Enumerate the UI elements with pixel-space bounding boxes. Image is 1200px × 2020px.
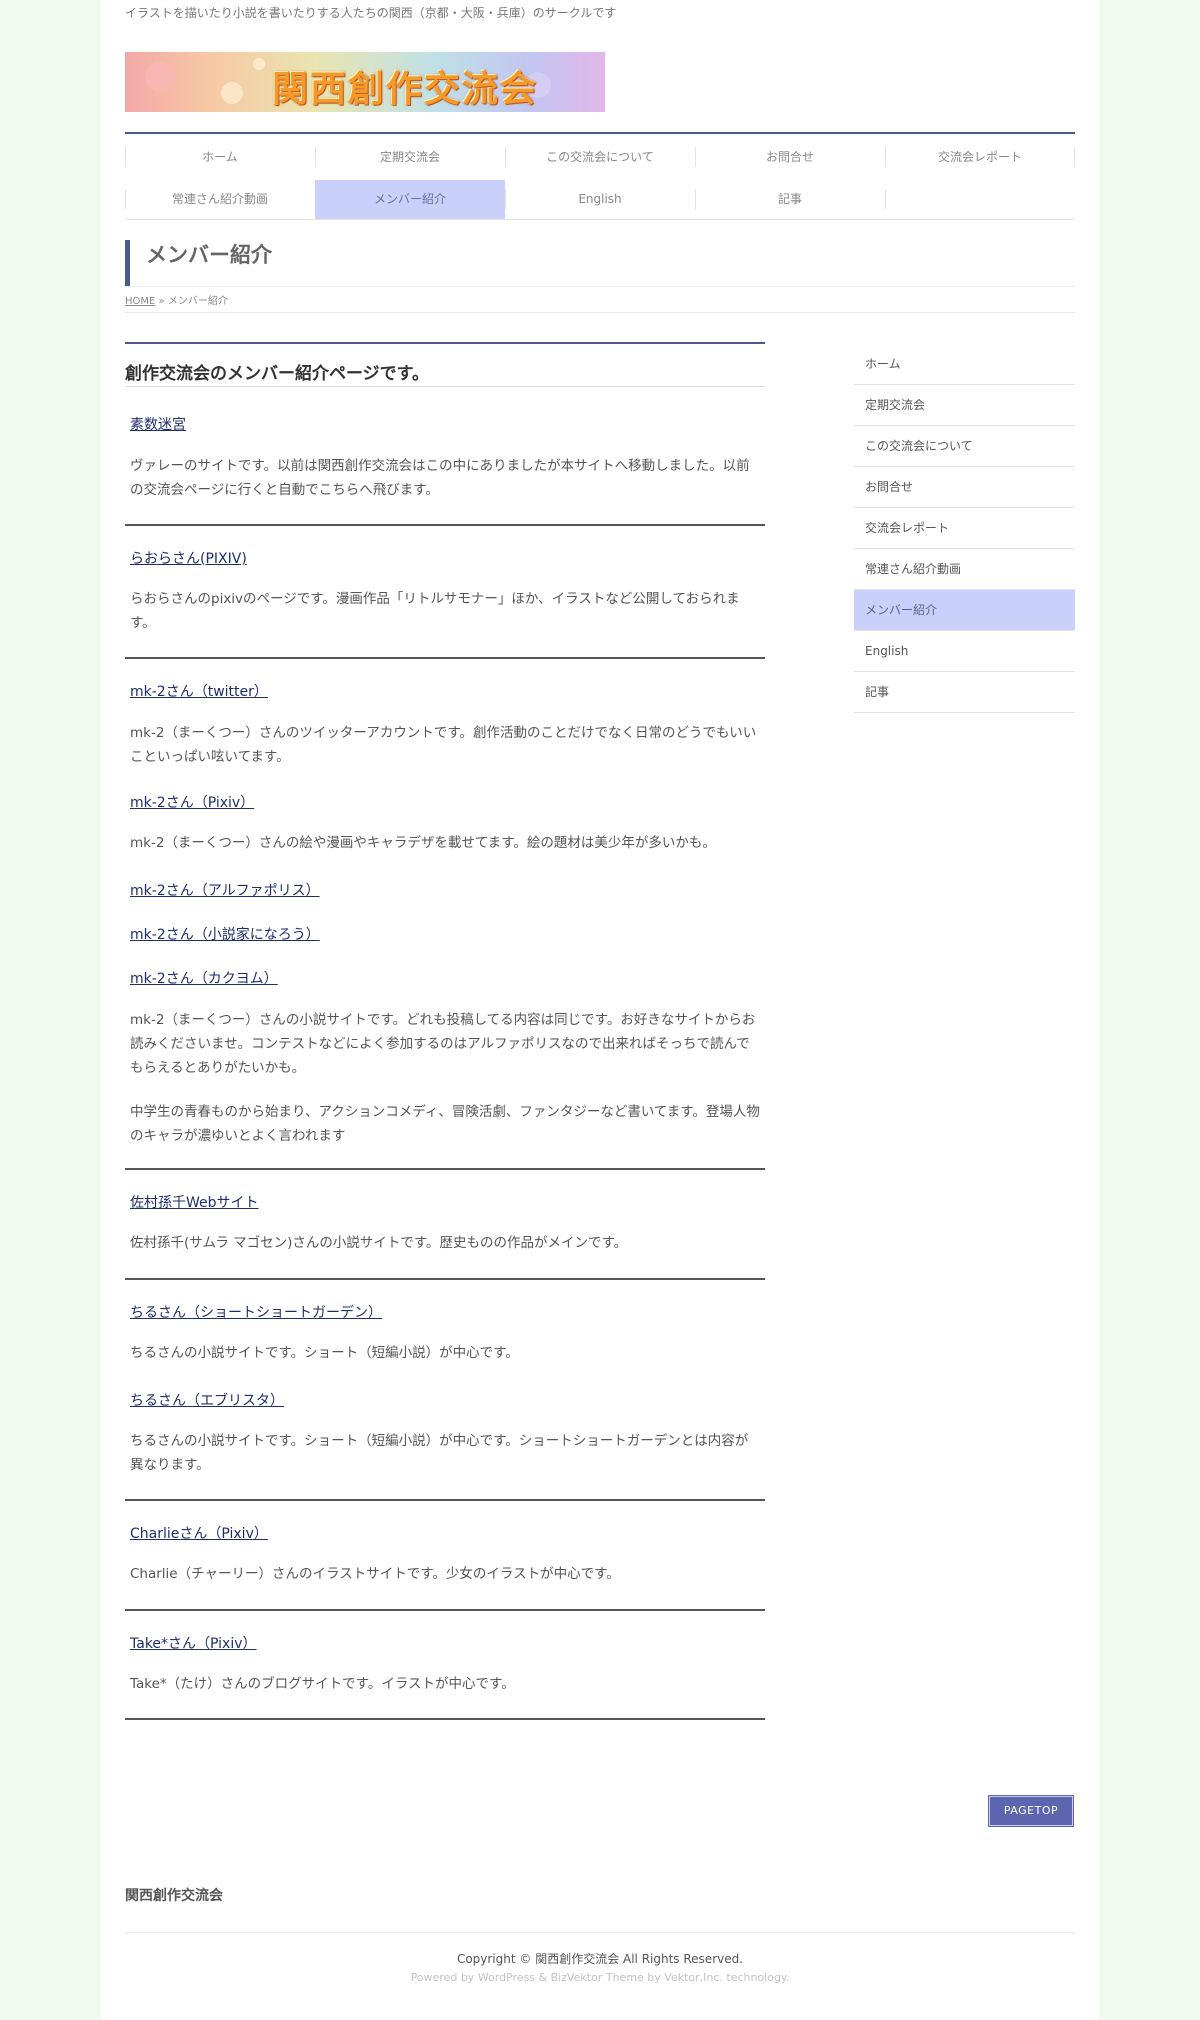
- divider: [125, 1932, 1075, 1933]
- entry-separator: [125, 1278, 765, 1280]
- entry-link-charlie-pixiv[interactable]: Charlieさん（Pixiv）: [130, 1523, 268, 1543]
- nav-divider: [315, 147, 316, 167]
- nav-divider: [505, 189, 506, 209]
- entry-description: ちるさんの小説サイトです。ショート（短編小説）が中心です。ショートショートガーデ…: [130, 1433, 749, 1473]
- sidebar-item-articles[interactable]: 記事: [854, 672, 1075, 713]
- pagetop-button[interactable]: PAGETOP: [988, 1795, 1074, 1827]
- sidebar-item-regular-meetup[interactable]: 定期交流会: [854, 385, 1075, 426]
- site-logo[interactable]: 関西創作交流会: [125, 52, 605, 112]
- nav-item-label: English: [578, 192, 622, 206]
- sidebar-item-contact[interactable]: お問合せ: [854, 467, 1075, 508]
- content-heading: 創作交流会のメンバー紹介ページです。: [125, 342, 765, 387]
- entry-link-samura-website[interactable]: 佐村孫千Webサイト: [130, 1192, 259, 1212]
- entry-separator: [125, 1718, 765, 1720]
- nav-divider: [695, 147, 696, 167]
- breadcrumb: HOME » メンバー紹介: [125, 292, 228, 307]
- entry-link-chiru-ssg[interactable]: ちるさん（ショートショートガーデン）: [130, 1302, 382, 1322]
- nav-item-label: この交流会について: [546, 150, 654, 164]
- entry-link-mk2-narou[interactable]: mk-2さん（小説家になろう）: [130, 924, 320, 944]
- page-title: メンバー紹介: [125, 240, 1075, 286]
- nav-item-regulars-video[interactable]: 常連さん紹介動画: [125, 180, 315, 219]
- entry-description: 佐村孫千(サムラ マゴセン)さんの小説サイトです。歴史ものの作品がメインです。: [130, 1235, 628, 1251]
- nav-item-contact[interactable]: お問合せ: [695, 138, 885, 177]
- nav-item-english[interactable]: English: [505, 180, 695, 219]
- entry-link-mk2-alphapolis[interactable]: mk-2さん（アルファポリス）: [130, 880, 320, 900]
- copyright-text: Copyright © 関西創作交流会 All Rights Reserved.: [456, 1952, 744, 1966]
- entry-description: mk-2（まーくつー）さんの小説サイトです。どれも投稿してる内容は同じです。お好…: [130, 1012, 756, 1076]
- nav-item-articles[interactable]: 記事: [695, 180, 885, 219]
- breadcrumb-home-link[interactable]: HOME: [125, 296, 155, 307]
- entry-description: Charlie（チャーリー）さんのイラストサイトです。少女のイラストが中心です。: [130, 1566, 620, 1582]
- sidebar-item-members[interactable]: メンバー紹介: [854, 590, 1075, 631]
- nav-divider: [885, 147, 886, 167]
- breadcrumb-separator: »: [158, 296, 165, 307]
- nav-divider: [505, 147, 506, 167]
- footer-site-name: 関西創作交流会: [125, 1888, 223, 1904]
- nav-item-members[interactable]: メンバー紹介: [315, 180, 505, 219]
- nav-item-label: メンバー紹介: [373, 192, 446, 206]
- powered-by-text: Powered by WordPress & BizVektor Theme b…: [410, 1971, 790, 1984]
- nav-item-about[interactable]: この交流会について: [505, 138, 695, 177]
- nav-item-home[interactable]: ホーム: [125, 138, 315, 177]
- site-tagline: イラストを描いたり小説を書いたりする人たちの関西（京都・大阪・兵庫）のサークルで…: [125, 6, 617, 20]
- nav-divider: [885, 189, 886, 209]
- entry-link-mk2-pixiv[interactable]: mk-2さん（Pixiv）: [130, 792, 254, 812]
- entry-separator: [125, 657, 765, 659]
- logo-text: 関西創作交流会: [271, 69, 538, 110]
- entry-separator: [125, 1499, 765, 1501]
- sidebar-item-report[interactable]: 交流会レポート: [854, 508, 1075, 549]
- sidebar-item-english[interactable]: English: [854, 631, 1075, 672]
- entry-link-mk2-twitter[interactable]: mk-2さん（twitter）: [130, 681, 268, 701]
- nav-divider: [695, 189, 696, 209]
- entry-description: 中学生の青春ものから始まり、アクションコメディ、冒険活劇、ファンタジーなど書いて…: [130, 1104, 760, 1144]
- entry-link-mk2-kakuyomu[interactable]: mk-2さん（カクヨム）: [130, 968, 278, 988]
- global-nav: ホーム 定期交流会 この交流会について お問合せ 交流会レポート 常連さん紹介動…: [125, 132, 1075, 220]
- breadcrumb-current: メンバー紹介: [167, 296, 228, 307]
- nav-item-label: 記事: [777, 192, 802, 206]
- entry-description: らおらさんのpixivのページです。漫画作品「リトルサモナー」ほか、イラストなど…: [130, 591, 740, 631]
- nav-item-label: 交流会レポート: [937, 150, 1022, 164]
- nav-item-label: 定期交流会: [379, 150, 440, 164]
- entry-separator: [125, 524, 765, 526]
- entry-description: mk-2（まーくつー）さんの絵や漫画やキャラデザを載せてます。絵の題材は美少年が…: [130, 835, 716, 851]
- entry-description: ヴァレーのサイトです。以前は関西創作交流会はこの中にありましたが本サイトへ移動し…: [130, 458, 750, 498]
- divider: [125, 286, 1075, 287]
- sidebar-item-home[interactable]: ホーム: [854, 344, 1075, 385]
- entry-link-take-pixiv[interactable]: Take*さん（Pixiv）: [130, 1633, 257, 1653]
- nav-divider: [125, 189, 126, 209]
- entry-link-chiru-estar[interactable]: ちるさん（エブリスタ）: [130, 1390, 284, 1410]
- entry-description: Take*（たけ）さんのブログサイトです。イラストが中心です。: [130, 1676, 515, 1692]
- entry-description: ちるさんの小説サイトです。ショート（短編小説）が中心です。: [130, 1345, 519, 1361]
- sidebar-item-about[interactable]: この交流会について: [854, 426, 1075, 467]
- nav-item-report[interactable]: 交流会レポート: [885, 138, 1075, 177]
- nav-divider: [125, 147, 126, 167]
- sidebar-item-regulars-video[interactable]: 常連さん紹介動画: [854, 549, 1075, 590]
- entry-link-raora-pixiv[interactable]: らおらさん(PIXIV): [130, 548, 247, 568]
- nav-item-label: お問合せ: [765, 150, 814, 164]
- divider: [125, 312, 1075, 313]
- logo-decoration: [145, 62, 175, 92]
- entry-separator: [125, 1609, 765, 1611]
- nav-item-label: ホーム: [202, 150, 238, 164]
- nav-item-label: 常連さん紹介動画: [171, 192, 268, 206]
- entry-description: mk-2（まーくつー）さんのツイッターアカウントです。創作活動のことだけでなく日…: [130, 725, 757, 765]
- entry-separator: [125, 1168, 765, 1170]
- logo-decoration: [221, 82, 243, 104]
- nav-item-regular-meetup[interactable]: 定期交流会: [315, 138, 505, 177]
- entry-link-sosu-meikyu[interactable]: 素数迷宮: [130, 414, 186, 434]
- nav-divider: [1074, 147, 1075, 167]
